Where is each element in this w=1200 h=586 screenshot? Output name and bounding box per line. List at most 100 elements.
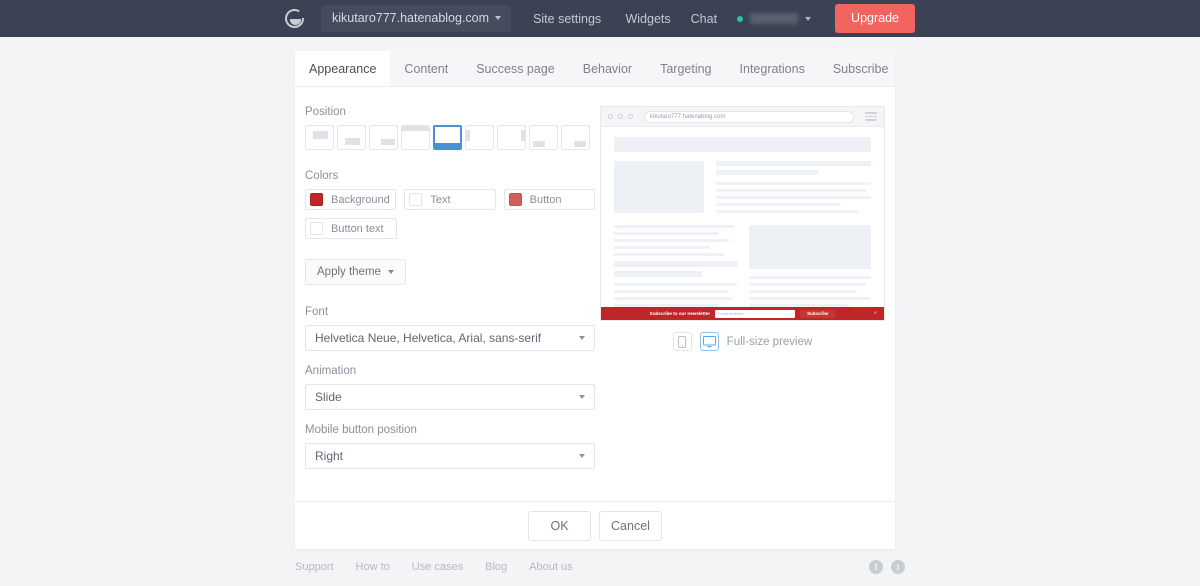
color-label-button-text: Button text [331, 222, 384, 235]
preview-subscribe-bar: Subscribe to our newsletter Email addres… [601, 307, 884, 320]
position-option-bottom-right-box[interactable] [369, 125, 398, 150]
cancel-button[interactable]: Cancel [599, 510, 662, 541]
mock-hero-block [614, 137, 871, 152]
footer-social-links: f t [869, 560, 905, 574]
footer-link-support[interactable]: Support [295, 561, 334, 573]
position-option-bottom-bar[interactable] [433, 125, 462, 150]
preview-headline: Subscribe to our newsletter [649, 311, 711, 316]
preview-browser-chrome: kikutaro777.hatenablog.com [601, 107, 884, 127]
position-option-right-side-tab[interactable] [497, 125, 526, 150]
top-navigation-bar: kikutaro777.hatenablog.com Site settings… [0, 0, 1200, 37]
apply-theme-label: Apply theme [317, 266, 381, 278]
page-footer: Support How to Use cases Blog About us f… [295, 560, 905, 574]
facebook-icon[interactable]: f [869, 560, 883, 574]
site-name-label: kikutaro777.hatenablog.com [332, 11, 490, 25]
appearance-settings-column: Position Colors Background Text Button B… [295, 106, 595, 483]
tab-integrations[interactable]: Integrations [726, 51, 819, 86]
hamburger-menu-icon [865, 112, 877, 121]
preview-device-toolbar: Full-size preview [600, 332, 885, 351]
dialog-footer: OK Cancel [295, 501, 895, 549]
browser-dot-icon [618, 114, 623, 119]
online-status-dot-icon [737, 15, 744, 22]
animation-value: Slide [315, 390, 342, 404]
mock-row-one [614, 161, 871, 217]
animation-select[interactable]: Slide [305, 384, 595, 410]
position-picker [305, 125, 595, 150]
position-label: Position [305, 106, 346, 118]
widget-preview: kikutaro777.hatenablog.com Subscribe to … [600, 106, 885, 321]
nav-chat[interactable]: Chat [691, 12, 717, 26]
sumo-circle-logo-icon[interactable] [285, 9, 304, 28]
color-picker-button[interactable]: Button [503, 189, 595, 210]
font-label: Font [305, 306, 329, 318]
full-size-preview-link[interactable]: Full-size preview [727, 336, 813, 348]
nav-site-settings[interactable]: Site settings [533, 12, 601, 26]
top-nav-right-group: Widgets Chat Upgrade [625, 4, 915, 33]
position-option-left-side-tab[interactable] [465, 125, 494, 150]
chevron-down-icon [495, 16, 502, 20]
footer-link-about-us[interactable]: About us [529, 561, 572, 573]
chevron-down-icon [579, 336, 585, 340]
mobile-button-position-label: Mobile button position [305, 424, 417, 436]
color-picker-text[interactable]: Text [404, 189, 496, 210]
browser-dot-icon [608, 114, 613, 119]
settings-dialog-card: Appearance Content Success page Behavior… [295, 51, 895, 549]
site-selector-dropdown[interactable]: kikutaro777.hatenablog.com [321, 5, 512, 32]
footer-link-how-to[interactable]: How to [356, 561, 390, 573]
colors-row-secondary: Button text [305, 218, 595, 239]
preview-column: kikutaro777.hatenablog.com Subscribe to … [595, 106, 895, 483]
tab-appearance[interactable]: Appearance [295, 51, 391, 86]
position-option-bottom-left-corner[interactable] [529, 125, 558, 150]
footer-link-blog[interactable]: Blog [485, 561, 507, 573]
colors-label: Colors [305, 170, 339, 182]
ok-button[interactable]: OK [528, 510, 591, 541]
tab-behavior[interactable]: Behavior [569, 51, 646, 86]
font-value: Helvetica Neue, Helvetica, Arial, sans-s… [315, 331, 542, 345]
position-option-top-center-box[interactable] [305, 125, 334, 150]
chevron-down-icon [805, 16, 812, 21]
animation-label: Animation [305, 365, 357, 377]
footer-link-use-cases[interactable]: Use cases [412, 561, 463, 573]
position-option-bottom-right-corner[interactable] [561, 125, 590, 150]
position-option-top-bar[interactable] [401, 125, 430, 150]
browser-dot-icon [628, 114, 633, 119]
position-option-bottom-center-box[interactable] [337, 125, 366, 150]
tab-content[interactable]: Content [390, 51, 462, 86]
color-label-button: Button [529, 193, 562, 206]
colors-row-primary: Background Text Button [305, 189, 595, 210]
color-picker-background[interactable]: Background [305, 189, 397, 210]
tab-subscribe[interactable]: Subscribe [819, 51, 903, 86]
color-label-text: Text [430, 193, 451, 206]
color-label-background: Background [331, 193, 390, 206]
avatar [750, 13, 799, 24]
font-select[interactable]: Helvetica Neue, Helvetica, Arial, sans-s… [305, 325, 595, 351]
upgrade-button[interactable]: Upgrade [835, 4, 915, 33]
user-account-menu[interactable] [737, 13, 812, 24]
color-swatch-background [310, 193, 323, 206]
mock-image-column [748, 225, 871, 318]
close-icon[interactable]: × [873, 311, 877, 317]
mobile-button-position-value: Right [315, 449, 344, 463]
chevron-down-icon [387, 270, 394, 274]
preview-page-mock [601, 127, 884, 318]
color-picker-button-text[interactable]: Button text [305, 218, 397, 239]
chevron-down-icon [579, 454, 585, 458]
tab-targeting[interactable]: Targeting [646, 51, 725, 86]
color-swatch-button-text [310, 222, 323, 235]
tab-success-page[interactable]: Success page [462, 51, 569, 86]
preview-subscribe-button[interactable]: Subscribe [800, 309, 836, 318]
apply-theme-button[interactable]: Apply theme [305, 259, 406, 285]
mobile-button-position-select[interactable]: Right [305, 443, 595, 469]
desktop-monitor-icon[interactable] [699, 332, 719, 351]
mock-text-column [716, 161, 871, 217]
color-swatch-text [409, 193, 423, 206]
color-swatch-button [508, 193, 522, 206]
mobile-device-icon[interactable] [672, 332, 692, 351]
twitter-icon[interactable]: t [891, 560, 905, 574]
mock-row-two [614, 225, 871, 318]
preview-email-input[interactable]: Email address [715, 309, 796, 318]
settings-body: Position Colors Background Text Button B… [295, 87, 895, 483]
nav-widgets[interactable]: Widgets [625, 12, 670, 26]
mock-text-column [614, 225, 737, 318]
preview-url-bar: kikutaro777.hatenablog.com [644, 110, 854, 123]
